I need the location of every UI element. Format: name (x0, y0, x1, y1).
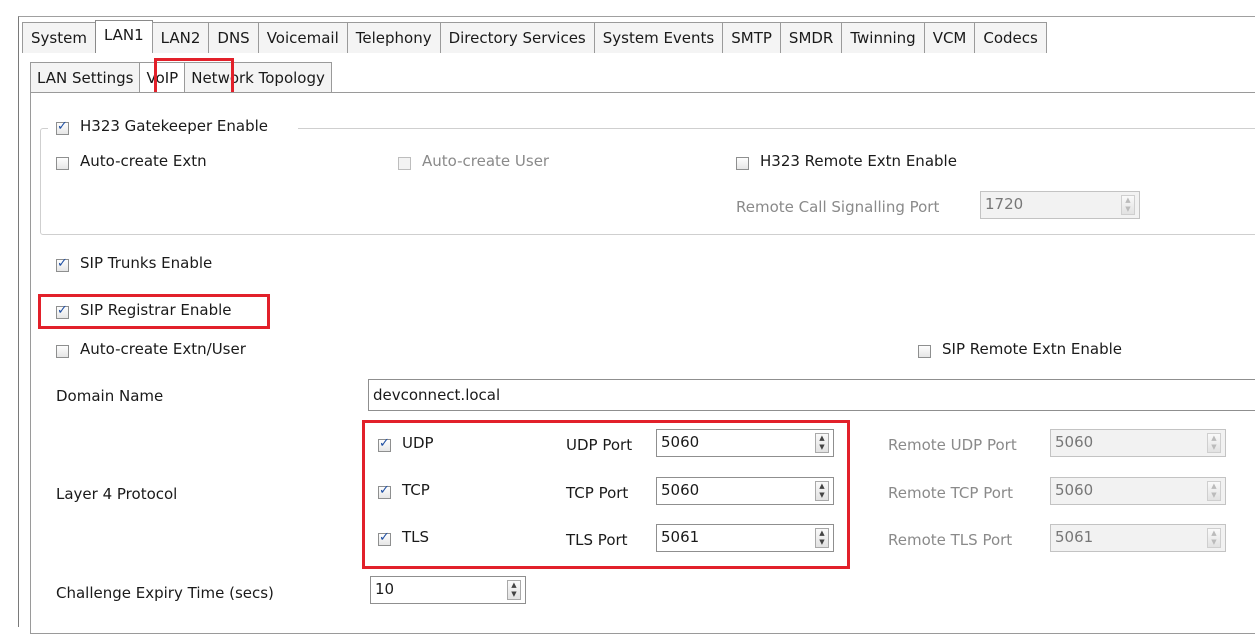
h323-auto-create-user-checkbox[interactable] (398, 157, 411, 170)
sip-trunks-checkbox[interactable] (56, 256, 69, 272)
sip-registrar-highlight (38, 294, 270, 329)
h323-gatekeeper-checkbox[interactable] (56, 119, 69, 135)
sip-auto-create-checkbox[interactable] (56, 345, 69, 358)
remote-tcp-port-value: 5060 (1055, 481, 1094, 499)
tab-vcm[interactable]: VCM (923, 22, 976, 53)
h323-auto-create-extn-checkbox[interactable] (56, 157, 69, 170)
tab-lan2[interactable]: LAN2 (151, 22, 210, 53)
spinner-icon[interactable]: ▲ ▼ (1121, 195, 1135, 215)
remote-udp-port-input[interactable]: 5060 ▲ ▼ (1050, 429, 1226, 457)
h323-remote-extn-label: H323 Remote Extn Enable (760, 152, 957, 170)
tab-telephony[interactable]: Telephony (346, 22, 441, 53)
domain-name-label: Domain Name (56, 387, 164, 405)
sip-trunks-label: SIP Trunks Enable (80, 254, 213, 272)
tab-lan1[interactable]: LAN1 (94, 20, 153, 53)
tab-smtp[interactable]: SMTP (722, 22, 781, 53)
domain-name-value: devconnect.local (373, 386, 501, 404)
challenge-expiry-value: 10 (375, 580, 395, 598)
tab-directory-services[interactable]: Directory Services (439, 22, 595, 53)
main-tab-bar: System LAN1 LAN2 DNS Voicemail Telephony… (22, 20, 1047, 54)
h323-gatekeeper-label: H323 Gatekeeper Enable (80, 117, 268, 135)
challenge-expiry-label: Challenge Expiry Time (secs) (56, 584, 274, 602)
tab-lan-settings[interactable]: LAN Settings (30, 62, 141, 93)
tab-system-events[interactable]: System Events (593, 22, 724, 53)
spinner-icon[interactable]: ▲ ▼ (1207, 433, 1221, 453)
sip-auto-create-label: Auto-create Extn/User (80, 340, 246, 358)
h323-remote-extn-checkbox[interactable] (736, 157, 749, 170)
tab-voicemail[interactable]: Voicemail (257, 22, 348, 53)
remote-tls-port-value: 5061 (1055, 528, 1094, 546)
spinner-icon[interactable]: ▲ ▼ (1207, 481, 1221, 501)
remote-call-signalling-port-value: 1720 (985, 195, 1024, 213)
sip-remote-extn-label: SIP Remote Extn Enable (942, 340, 1123, 358)
h323-auto-create-user-label: Auto-create User (422, 152, 550, 170)
remote-udp-port-label: Remote UDP Port (888, 436, 1017, 454)
remote-tls-port-label: Remote TLS Port (888, 531, 1013, 549)
tab-dns[interactable]: DNS (208, 22, 259, 53)
h323-auto-create-extn-label: Auto-create Extn (80, 152, 207, 170)
tab-system[interactable]: System (22, 22, 96, 53)
remote-udp-port-value: 5060 (1055, 433, 1094, 451)
tab-codecs[interactable]: Codecs (974, 22, 1047, 53)
remote-tcp-port-input[interactable]: 5060 ▲ ▼ (1050, 477, 1226, 505)
spinner-icon[interactable]: ▲ ▼ (1207, 528, 1221, 548)
tab-twinning[interactable]: Twinning (841, 22, 925, 53)
domain-name-input[interactable]: devconnect.local (368, 379, 1255, 411)
layer4-highlight (362, 420, 850, 569)
remote-tls-port-input[interactable]: 5061 ▲ ▼ (1050, 524, 1226, 552)
remote-call-signalling-port-label: Remote Call Signalling Port (736, 198, 940, 216)
spinner-icon[interactable]: ▲ ▼ (507, 580, 521, 600)
remote-call-signalling-port-input[interactable]: 1720 ▲ ▼ (980, 191, 1140, 219)
layer4-protocol-label: Layer 4 Protocol (56, 485, 178, 503)
sip-remote-extn-checkbox[interactable] (918, 345, 931, 358)
challenge-expiry-input[interactable]: 10 ▲ ▼ (370, 576, 526, 604)
tab-smdr[interactable]: SMDR (779, 22, 843, 53)
remote-tcp-port-label: Remote TCP Port (888, 484, 1013, 502)
